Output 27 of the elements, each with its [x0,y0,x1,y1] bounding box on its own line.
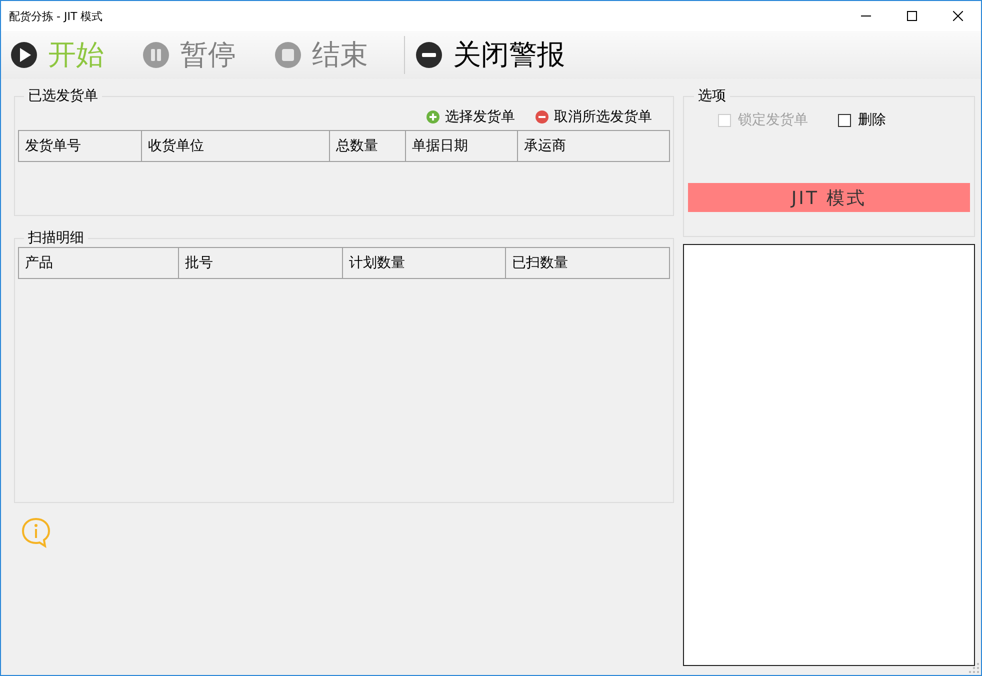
link-button[interactable]: 选择发货单 [426,108,515,126]
checkbox-box[interactable] [838,114,851,126]
group-title: 选项 [697,87,727,105]
column-header[interactable]: 收货单位 [142,131,330,161]
column-header[interactable]: 单据日期 [406,131,518,161]
play-icon [10,41,38,69]
toolbar-button[interactable]: 关闭警报 [415,36,565,74]
column-header[interactable]: 发货单号 [19,131,142,161]
plus-icon [426,110,440,124]
checkbox[interactable]: 删除 [838,111,886,129]
column-header[interactable]: 总数量 [330,131,406,161]
window-title: 配货分拣 - JIT 模式 [9,8,103,24]
column-header[interactable]: 承运商 [518,131,669,161]
minus-icon [415,41,443,69]
column-header[interactable]: 批号 [179,248,343,278]
group-title: 已选发货单 [27,87,99,105]
minus-icon [535,110,549,124]
mode-banner: JIT 模式 [688,183,970,212]
column-header[interactable]: 产品 [19,248,179,278]
link-button[interactable]: 取消所选发货单 [535,108,652,126]
column-header[interactable]: 已扫数量 [506,248,669,278]
resize-grip-icon[interactable] [969,663,979,673]
group-title: 扫描明细 [27,229,85,247]
stop-icon [274,41,302,69]
column-header[interactable]: 计划数量 [343,248,506,278]
pause-icon [142,41,170,69]
info-icon [20,516,52,548]
